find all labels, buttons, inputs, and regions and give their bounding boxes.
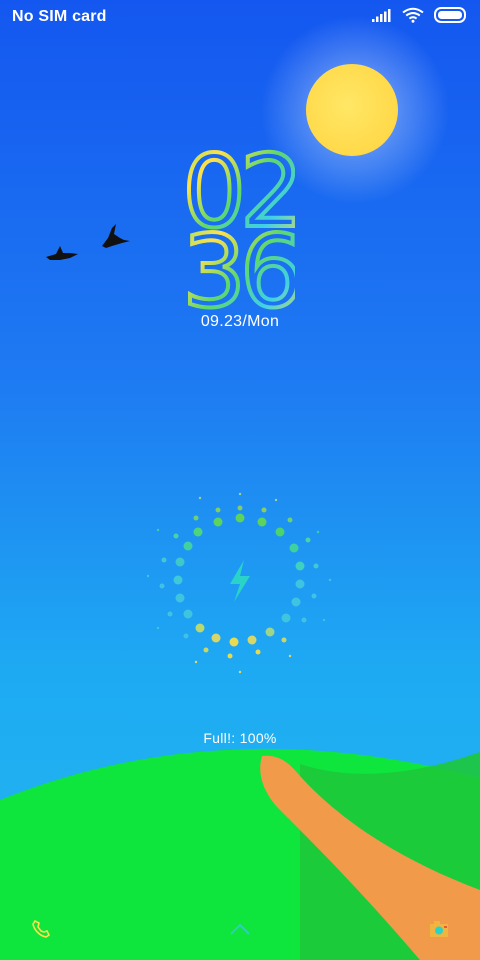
wifi-icon: [402, 7, 424, 28]
date-label: 09.23/Mon: [200, 313, 280, 330]
phone-icon[interactable]: [30, 918, 52, 940]
charging-indicator: [146, 492, 332, 674]
camera-icon[interactable]: [428, 918, 450, 940]
clock-minute: 36: [185, 213, 295, 312]
lightning-bolt-icon: [230, 560, 250, 602]
chevron-up-icon[interactable]: [229, 918, 251, 940]
battery-icon: [434, 6, 468, 28]
dock: [0, 900, 480, 960]
carrier-label: No SIM card: [12, 8, 107, 25]
status-bar: No SIM card: [0, 0, 480, 34]
sun: [306, 64, 398, 156]
lock-screen: No SIM card 02 36 09.23/Mon Full!: 100%: [0, 0, 480, 960]
birds-illustration: [46, 224, 130, 260]
clock: 02 36: [185, 140, 295, 312]
